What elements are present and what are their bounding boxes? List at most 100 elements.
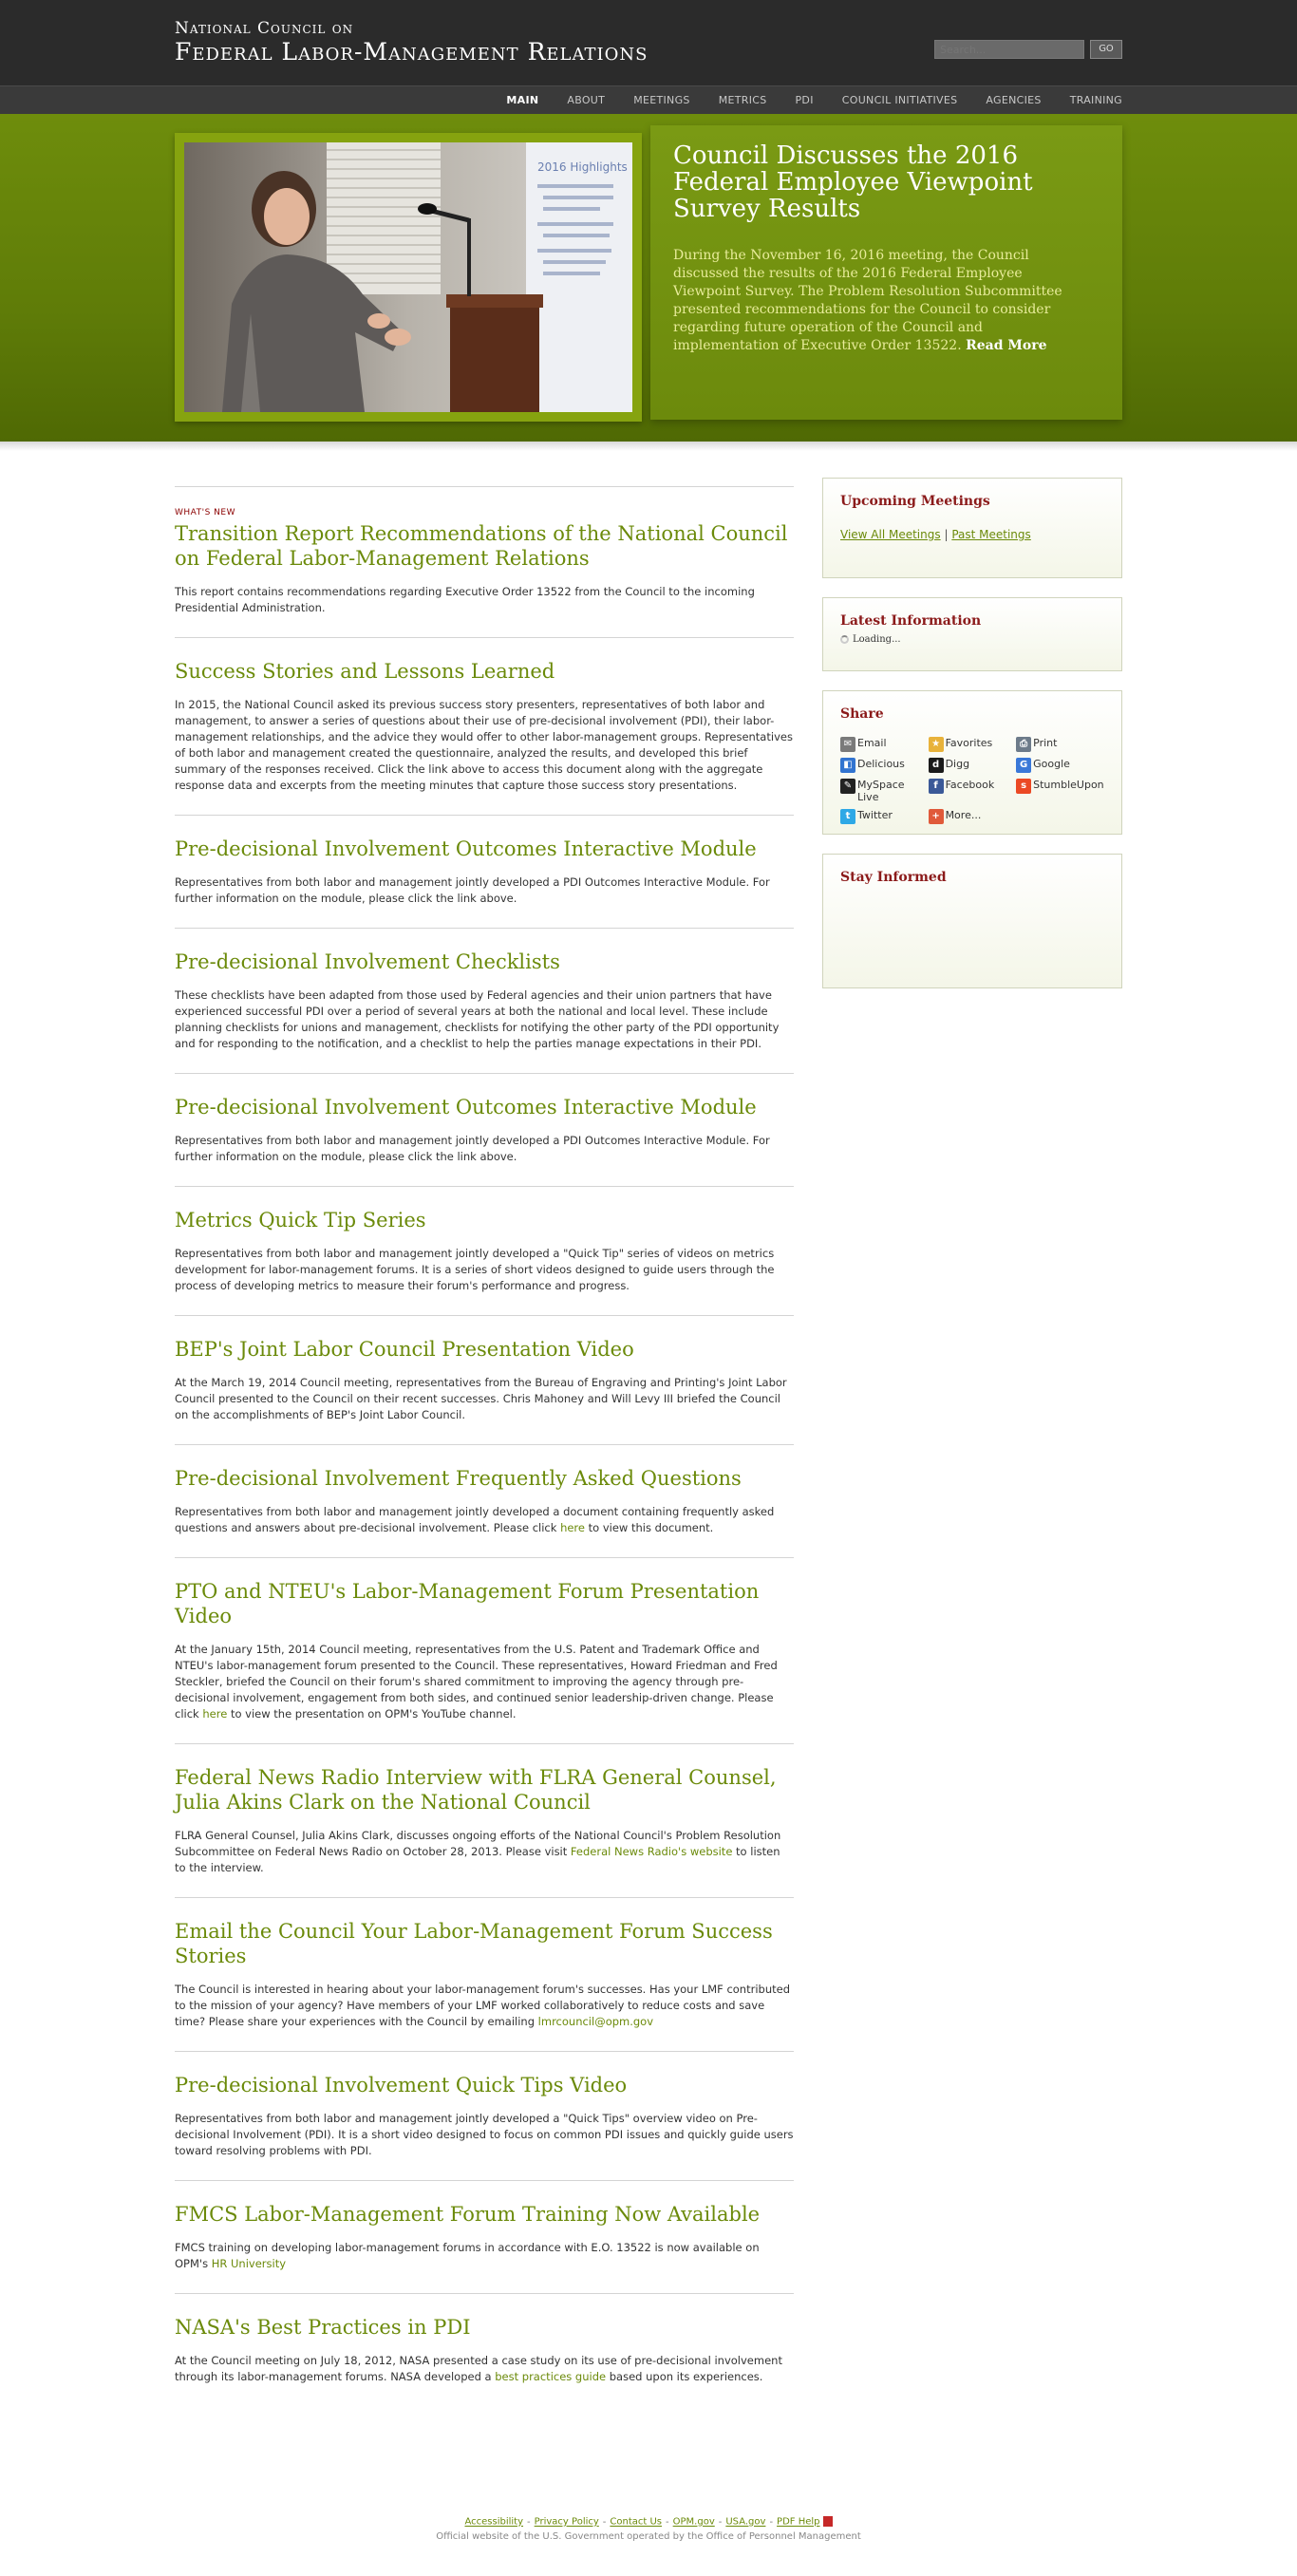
share-title: Share xyxy=(840,706,884,722)
nav-item-agencies[interactable]: AGENCIES xyxy=(986,86,1041,115)
share-label: Facebook xyxy=(945,779,995,791)
past-meetings-link[interactable]: Past Meetings xyxy=(951,528,1030,541)
article-title-link[interactable]: Metrics Quick Tip Series xyxy=(175,1208,794,1232)
hero-title[interactable]: Council Discusses the 2016 Federal Emplo… xyxy=(673,142,1110,222)
share-link-digg[interactable]: d Digg xyxy=(928,758,1017,773)
footer-separator: - xyxy=(602,2516,607,2528)
footer-separator: - xyxy=(769,2516,774,2528)
share-label: More... xyxy=(945,809,982,821)
spinner-icon xyxy=(840,635,849,644)
site-logo[interactable]: National Council on Federal Labor-Manage… xyxy=(175,19,648,66)
article-title-link[interactable]: Success Stories and Lessons Learned xyxy=(175,659,794,684)
share-link-myspace[interactable]: ✎ MySpace Live xyxy=(840,779,929,803)
logo-line-2: Federal Labor-Management Relations xyxy=(175,38,648,66)
news-article: BEP's Joint Labor Council Presentation V… xyxy=(175,1315,794,1444)
footer-link-usa-gov[interactable]: USA.gov xyxy=(725,2517,765,2528)
nav-item-training[interactable]: TRAINING xyxy=(1070,86,1122,115)
upcoming-meetings-title: Upcoming Meetings xyxy=(840,494,990,509)
loading-indicator: Loading... xyxy=(840,634,1104,645)
hero-feature-panel: Council Discusses the 2016 Federal Emplo… xyxy=(650,125,1122,420)
share-label: Favorites xyxy=(945,737,993,749)
article-body-text: Representatives from both labor and mana… xyxy=(175,875,770,905)
article-body: Representatives from both labor and mana… xyxy=(175,1246,794,1294)
print-icon: ⎙ xyxy=(1016,737,1032,752)
share-link-google[interactable]: G Google xyxy=(1016,758,1104,773)
share-link-delicious[interactable]: ◧ Delicious xyxy=(840,758,929,773)
view-all-meetings-link[interactable]: View All Meetings xyxy=(840,528,941,541)
hero-photo: 2016 Highlights xyxy=(184,142,632,412)
article-title-link[interactable]: Pre-decisional Involvement Quick Tips Vi… xyxy=(175,2073,794,2097)
twitter-icon: t xyxy=(840,809,855,824)
news-article: Pre-decisional Involvement Frequently As… xyxy=(175,1444,794,1557)
article-body-text-after: to view this document. xyxy=(588,1521,714,1534)
article-body-text: At the March 19, 2014 Council meeting, r… xyxy=(175,1376,787,1421)
article-title-link[interactable]: Pre-decisional Involvement Outcomes Inte… xyxy=(175,837,794,861)
article-body: Representatives from both labor and mana… xyxy=(175,2111,794,2159)
article-inline-link[interactable]: HR University xyxy=(212,2257,286,2270)
news-article: WHAT'S NEW Transition Report Recommendati… xyxy=(175,486,794,637)
myspace-icon: ✎ xyxy=(840,779,855,794)
share-link-facebook[interactable]: f Facebook xyxy=(928,779,1017,803)
search-go-button[interactable]: GO xyxy=(1090,40,1122,59)
news-article: NASA's Best Practices in PDI At the Counc… xyxy=(175,2293,794,2406)
news-article: Success Stories and Lessons Learned In 20… xyxy=(175,637,794,815)
article-title-link[interactable]: Pre-decisional Involvement Checklists xyxy=(175,950,794,974)
pdf-icon xyxy=(822,2516,833,2527)
article-title-link[interactable]: Pre-decisional Involvement Frequently As… xyxy=(175,1466,794,1491)
article-title-link[interactable]: Pre-decisional Involvement Outcomes Inte… xyxy=(175,1095,794,1119)
article-body-text-after: based upon its experiences. xyxy=(609,2370,763,2383)
more-icon: + xyxy=(928,809,944,824)
site-header: National Council on Federal Labor-Manage… xyxy=(0,0,1297,85)
share-link-print[interactable]: ⎙ Print xyxy=(1016,737,1104,752)
article-inline-link[interactable]: here xyxy=(560,1521,585,1534)
slide-heading: 2016 Highlights xyxy=(537,160,628,174)
article-inline-link[interactable]: here xyxy=(202,1707,227,1720)
article-title-link[interactable]: PTO and NTEU's Labor-Management Forum Pr… xyxy=(175,1579,794,1628)
share-link-stumbleupon[interactable]: s StumbleUpon xyxy=(1016,779,1104,803)
loading-text: Loading... xyxy=(853,634,901,645)
article-title-link[interactable]: BEP's Joint Labor Council Presentation V… xyxy=(175,1337,794,1362)
article-title-link[interactable]: Federal News Radio Interview with FLRA G… xyxy=(175,1765,794,1814)
article-title-link[interactable]: FMCS Labor-Management Forum Training Now… xyxy=(175,2202,794,2227)
footer-link-opm-gov[interactable]: OPM.gov xyxy=(673,2517,715,2528)
article-title-link[interactable]: NASA's Best Practices in PDI xyxy=(175,2315,794,2340)
email-icon: ✉ xyxy=(840,737,855,752)
article-inline-link[interactable]: Federal News Radio's website xyxy=(571,1845,732,1858)
latest-information-box: Latest Information Loading... xyxy=(822,597,1122,671)
favorites-icon: ★ xyxy=(928,737,944,752)
article-body: These checklists have been adapted from … xyxy=(175,987,794,1052)
link-separator: | xyxy=(944,528,949,541)
share-link-favorites[interactable]: ★ Favorites xyxy=(928,737,1017,752)
upcoming-meetings-links: View All Meetings | Past Meetings xyxy=(840,528,1104,541)
upcoming-meetings-box: Upcoming Meetings View All Meetings | Pa… xyxy=(822,478,1122,578)
share-link-more[interactable]: + More... xyxy=(928,809,1017,824)
article-inline-link[interactable]: lmrcouncil@opm.gov xyxy=(538,2015,653,2028)
article-inline-link[interactable]: best practices guide xyxy=(495,2370,606,2383)
share-link-twitter[interactable]: t Twitter xyxy=(840,809,929,824)
article-body-text-after: to view the presentation on OPM's YouTub… xyxy=(230,1707,517,1720)
stumbleupon-icon: s xyxy=(1016,779,1032,794)
nav-item-metrics[interactable]: METRICS xyxy=(719,86,767,115)
footer-link-accessibility[interactable]: Accessibility xyxy=(464,2517,523,2528)
article-body: In 2015, the National Council asked its … xyxy=(175,697,794,794)
article-body: FLRA General Counsel, Julia Akins Clark,… xyxy=(175,1828,794,1876)
nav-item-main[interactable]: MAIN xyxy=(506,86,538,115)
news-article: Pre-decisional Involvement Outcomes Inte… xyxy=(175,815,794,928)
nav-item-meetings[interactable]: MEETINGS xyxy=(633,86,690,115)
article-title-link[interactable]: Email the Council Your Labor-Management … xyxy=(175,1919,794,1968)
search-input[interactable] xyxy=(934,40,1084,59)
nav-item-pdi[interactable]: PDI xyxy=(796,86,814,115)
article-body: Representatives from both labor and mana… xyxy=(175,1133,794,1165)
article-title-link[interactable]: Transition Report Recommendations of the… xyxy=(175,521,794,571)
footer-links: Accessibility - Privacy Policy - Contact Us -… xyxy=(0,2516,1297,2528)
footer-link-contact-us[interactable]: Contact Us xyxy=(610,2517,662,2528)
delicious-icon: ◧ xyxy=(840,758,855,773)
hero-read-more-link[interactable]: Read More xyxy=(966,338,1046,353)
main-content: WHAT'S NEW Transition Report Recommendati… xyxy=(175,486,794,2406)
article-body-text: Representatives from both labor and mana… xyxy=(175,2112,794,2157)
nav-item-about[interactable]: ABOUT xyxy=(567,86,605,115)
share-link-email[interactable]: ✉ Email xyxy=(840,737,929,752)
footer-link-pdf-help[interactable]: PDF Help xyxy=(777,2517,819,2528)
nav-item-council-initiatives[interactable]: COUNCIL INITIATIVES xyxy=(842,86,958,115)
footer-link-privacy-policy[interactable]: Privacy Policy xyxy=(535,2517,599,2528)
